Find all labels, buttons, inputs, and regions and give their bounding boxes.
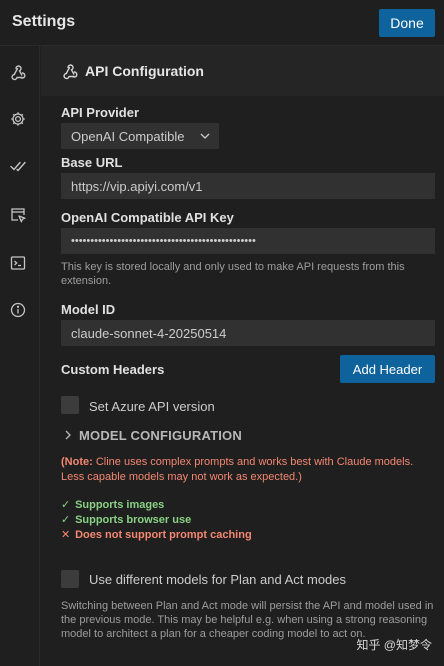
api-provider-value: OpenAI Compatible	[71, 129, 185, 144]
plan-act-label[interactable]: Use different models for Plan and Act mo…	[89, 572, 346, 587]
api-provider-select[interactable]: OpenAI Compatible	[61, 123, 219, 149]
base-url-label: Base URL	[61, 155, 123, 170]
chevron-right-icon	[65, 430, 71, 440]
webhook-icon	[61, 62, 79, 80]
add-header-button[interactable]: Add Header	[340, 355, 435, 383]
check-icon: ✓	[61, 499, 71, 511]
page-title: Settings	[12, 13, 76, 30]
check-all-icon[interactable]	[9, 157, 27, 175]
warning-prefix: (Note:	[61, 456, 93, 468]
watermark: 知乎 @知梦令	[356, 638, 432, 652]
model-configuration-toggle[interactable]: MODEL CONFIGURATION	[63, 428, 242, 443]
model-id-label: Model ID	[61, 302, 116, 317]
webhook-icon[interactable]	[9, 63, 27, 81]
warning-text: Cline uses complex prompts and works bes…	[61, 456, 414, 483]
browser-cursor-icon[interactable]	[9, 206, 27, 224]
chevron-down-icon	[200, 133, 210, 139]
model-id-input[interactable]: claude-sonnet-4-20250514	[61, 320, 435, 346]
base-url-input[interactable]: https://vip.apiyi.com/v1	[61, 173, 435, 199]
x-icon: ✕	[61, 529, 71, 541]
info-icon[interactable]	[9, 301, 27, 319]
api-provider-label: API Provider	[61, 105, 140, 120]
custom-headers-label: Custom Headers	[61, 362, 165, 377]
plan-act-note: Switching between Plan and Act mode will…	[61, 600, 434, 640]
api-key-input[interactable]: ••••••••••••••••••••••••••••••••••••••••…	[61, 228, 435, 254]
section-title: API Configuration	[85, 63, 204, 79]
gear-icon[interactable]	[9, 110, 27, 128]
model-warning: (Note: Cline uses complex prompts and wo…	[61, 455, 433, 485]
done-button[interactable]: Done	[379, 9, 435, 37]
terminal-icon[interactable]	[9, 254, 27, 272]
capability-prompt-caching: ✕ Does not support prompt caching	[61, 529, 252, 541]
capability-images: ✓ Supports images	[61, 499, 165, 511]
azure-api-version-label[interactable]: Set Azure API version	[89, 399, 215, 414]
settings-header: Settings Done	[0, 0, 444, 46]
check-icon: ✓	[61, 514, 71, 526]
capability-browser-use: ✓ Supports browser use	[61, 514, 192, 526]
azure-api-version-checkbox[interactable]	[61, 396, 79, 414]
model-configuration-label: MODEL CONFIGURATION	[79, 428, 242, 443]
settings-content: API Configuration API Provider OpenAI Co…	[41, 46, 444, 666]
api-configuration-section: API Configuration	[41, 46, 444, 96]
api-key-label: OpenAI Compatible API Key	[61, 210, 234, 225]
settings-sidebar	[0, 46, 40, 666]
api-key-note: This key is stored locally and only used…	[61, 261, 405, 287]
plan-act-checkbox[interactable]	[61, 570, 79, 588]
